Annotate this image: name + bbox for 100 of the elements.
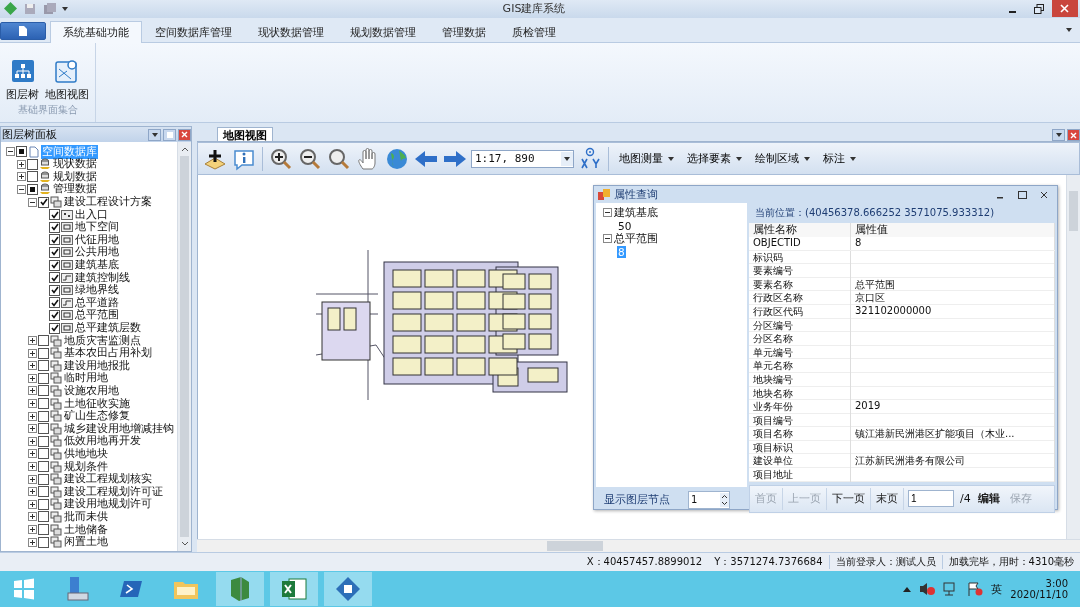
expand-icon[interactable]	[28, 512, 37, 522]
expand-icon[interactable]	[28, 373, 37, 383]
expand-icon[interactable]	[28, 411, 37, 421]
checkbox[interactable]	[38, 347, 49, 359]
checkbox[interactable]	[38, 335, 49, 347]
ribbon-tab[interactable]: 系统基础功能	[50, 20, 142, 43]
tree-item[interactable]: 建筑控制线	[74, 270, 131, 285]
app-window-icon[interactable]	[216, 572, 264, 607]
app-icon[interactable]	[2, 0, 18, 17]
dropdown-button[interactable]	[1052, 129, 1065, 142]
checkbox[interactable]	[49, 272, 60, 284]
expand-icon[interactable]	[28, 537, 37, 547]
checkbox[interactable]	[38, 398, 49, 410]
tree-item[interactable]: 50	[617, 219, 633, 232]
collapse-icon[interactable]	[603, 234, 612, 244]
expand-icon[interactable]	[28, 386, 37, 396]
checkbox[interactable]	[38, 473, 49, 485]
checkbox[interactable]	[38, 360, 49, 372]
expand-icon[interactable]	[28, 336, 37, 346]
expand-icon[interactable]	[28, 436, 37, 446]
tree-item[interactable]: 建设用地报批	[63, 358, 131, 373]
page-input[interactable]: 1	[908, 490, 954, 508]
tree-item[interactable]: 供地地块	[63, 446, 109, 461]
checkbox[interactable]	[49, 234, 60, 246]
tree-item[interactable]: 管理数据	[52, 182, 98, 197]
tree-item[interactable]: 矿山生态修复	[63, 409, 131, 424]
scrollbar[interactable]	[1066, 175, 1080, 540]
expand-icon[interactable]	[28, 361, 37, 371]
tree-item[interactable]: 规划数据	[52, 169, 98, 184]
expand-icon[interactable]	[28, 499, 37, 509]
close-button[interactable]	[1052, 0, 1078, 18]
checkbox[interactable]	[49, 259, 60, 271]
checkbox[interactable]	[38, 511, 49, 523]
checkbox[interactable]	[38, 410, 49, 422]
tree-item[interactable]: 城乡建设用地增减挂钩	[63, 421, 175, 436]
tree-item[interactable]: 闲置土地	[63, 535, 109, 550]
ribbon-tab[interactable]: 现状数据管理	[245, 20, 337, 43]
collapse-icon[interactable]	[17, 184, 26, 194]
tree-item[interactable]: 建筑基底	[613, 205, 659, 220]
checkbox[interactable]	[38, 536, 49, 548]
toolbar-menu[interactable]: 地图测量	[614, 151, 679, 167]
toolbar-menu[interactable]: 标注	[818, 151, 861, 167]
tree-item[interactable]: 总平范围	[74, 308, 120, 323]
toolbar-menu[interactable]: 选择要素	[682, 151, 747, 167]
ribbon-tab[interactable]: 质检管理	[499, 20, 569, 43]
pager-button[interactable]: 下一页	[827, 487, 871, 510]
checkbox[interactable]	[27, 171, 38, 183]
checkbox[interactable]	[49, 322, 60, 334]
gis-app-icon[interactable]	[324, 572, 372, 607]
tree-item[interactable]: 总平道路	[74, 295, 120, 310]
checkbox[interactable]	[49, 246, 60, 258]
checkbox[interactable]	[16, 146, 27, 158]
expand-icon[interactable]	[28, 462, 37, 472]
number-spinner[interactable]: 1	[688, 490, 730, 509]
tree-item[interactable]: 规划条件	[63, 459, 109, 474]
checkbox[interactable]	[38, 524, 49, 535]
tree-item[interactable]: 现状数据	[52, 157, 98, 172]
action-button[interactable]: 编辑	[972, 487, 1005, 510]
flag-icon[interactable]	[967, 582, 984, 597]
tray-expand-icon[interactable]	[903, 586, 912, 593]
tree-item[interactable]: 低效用地再开发	[63, 434, 142, 449]
spreadsheet-icon[interactable]	[270, 572, 318, 607]
tree-item[interactable]: 建筑基底	[74, 258, 120, 273]
close-button[interactable]	[178, 128, 191, 141]
tree-item[interactable]: 绿地界线	[74, 283, 120, 298]
collapse-icon[interactable]	[28, 197, 37, 207]
expand-icon[interactable]	[28, 449, 37, 459]
expand-icon[interactable]	[28, 424, 37, 434]
tree-item[interactable]: 建设工程规划核实	[63, 472, 153, 487]
toolbar-menu[interactable]: 绘制区域	[750, 151, 815, 167]
checkbox[interactable]	[38, 461, 49, 473]
scrollbar[interactable]	[197, 539, 1080, 553]
checkbox[interactable]	[27, 158, 38, 170]
tree-item[interactable]: 代征用地	[74, 232, 120, 247]
checkbox[interactable]	[38, 385, 49, 397]
tree-item[interactable]: 出入口	[74, 207, 109, 222]
expand-icon[interactable]	[17, 159, 26, 169]
pager-button[interactable]: 末页	[871, 487, 904, 510]
checkbox[interactable]	[49, 284, 60, 296]
expand-icon[interactable]	[28, 525, 37, 534]
clock[interactable]: 3:00 2020/11/10	[1010, 578, 1068, 601]
ribbon-button[interactable]: 地图视图	[43, 58, 91, 102]
tree-item[interactable]: 公共用地	[74, 245, 120, 260]
checkbox[interactable]	[38, 498, 49, 510]
checkbox[interactable]	[38, 435, 49, 447]
tree-item[interactable]: 建设工程规划许可证	[63, 484, 164, 499]
ime-indicator[interactable]: 英	[991, 581, 1003, 597]
tree-item[interactable]: 临时用地	[63, 371, 109, 386]
tree-item[interactable]: 总平范围	[613, 231, 659, 246]
tree-item[interactable]: 基本农田占用补划	[63, 346, 153, 361]
collapse-icon[interactable]	[6, 147, 15, 157]
map-tab[interactable]: 地图视图	[217, 127, 273, 142]
expand-icon[interactable]	[28, 487, 37, 497]
expand-icon[interactable]	[28, 348, 37, 358]
tree-item[interactable]: 总平建筑层数	[74, 321, 142, 335]
checkbox[interactable]	[27, 183, 38, 195]
tree-item[interactable]: 地下空间	[74, 220, 120, 235]
tree-item[interactable]: 地质灾害监测点	[63, 333, 142, 348]
tree-item[interactable]: 建设工程设计方案	[63, 195, 153, 210]
tree-item[interactable]: 土地征收实施	[63, 396, 131, 411]
